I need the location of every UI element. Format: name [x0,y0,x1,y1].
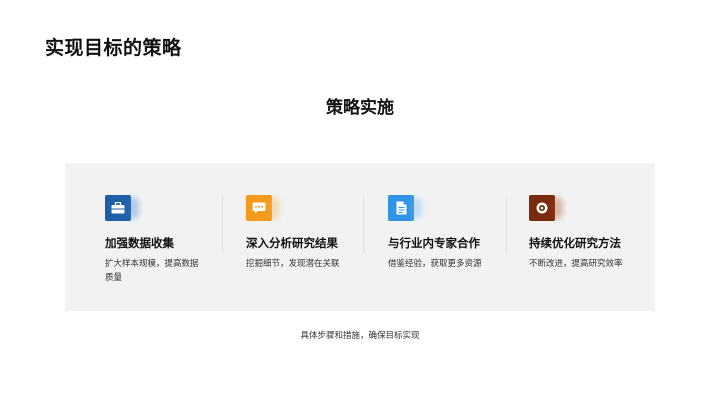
slide-title: 实现目标的策略 [45,37,182,59]
divider [506,197,507,253]
document-icon [388,195,414,221]
strategy-card-data-collection: 加强数据收集 扩大样本规模，提高数据质量 [105,195,229,285]
strategy-card-method-optimization: 持续优化研究方法 不断改进，提高研究效率 [529,195,653,271]
card-title: 深入分析研究结果 [246,236,338,250]
card-title: 持续优化研究方法 [529,236,621,250]
target-icon [529,195,555,221]
divider [222,197,223,253]
strategy-panel: 加强数据收集 扩大样本规模，提高数据质量 深入分析研究结果 挖掘细节，发现潜在关… [65,163,655,311]
card-title: 加强数据收集 [105,236,174,250]
card-description: 不断改进，提高研究效率 [529,259,623,269]
chat-icon [246,195,272,221]
strategy-card-expert-collab: 与行业内专家合作 借鉴经验，获取更多资源 [388,195,512,271]
card-description: 扩大样本规模，提高数据质量 [105,259,199,283]
strategy-card-analysis: 深入分析研究结果 挖掘细节，发现潜在关联 [246,195,370,271]
briefcase-icon [105,195,131,221]
footer-note: 具体步骤和措施，确保目标实现 [300,331,420,341]
divider [363,197,364,253]
card-description: 挖掘细节，发现潜在关联 [246,259,340,269]
card-description: 借鉴经验，获取更多资源 [388,259,482,269]
section-heading: 策略实施 [326,98,394,118]
card-title: 与行业内专家合作 [388,236,480,250]
